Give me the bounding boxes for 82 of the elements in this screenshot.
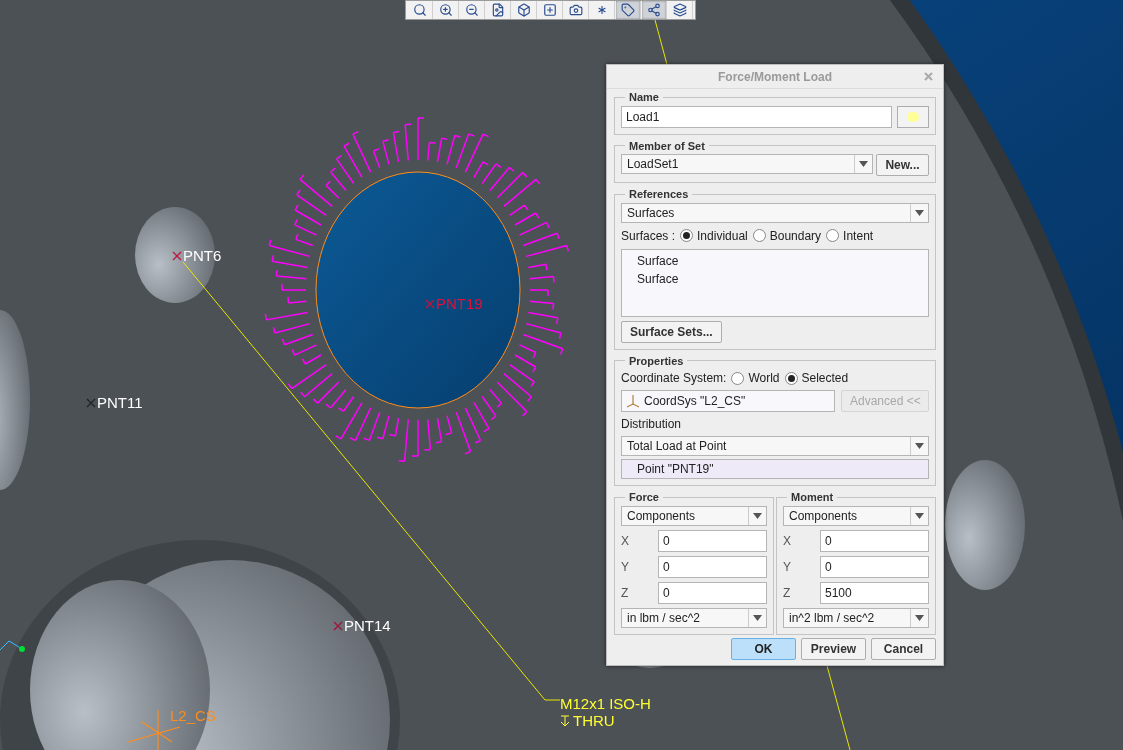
axis-label: Y: [621, 558, 630, 576]
group-legend: Force: [625, 489, 663, 506]
dropdown[interactable]: Components: [783, 505, 929, 526]
group-legend: References: [625, 186, 693, 203]
radio-button[interactable]: [826, 229, 840, 242]
dropdown[interactable]: Surfaces: [621, 202, 929, 223]
zoom-out-icon: [465, 3, 479, 17]
dropdown[interactable]: Components: [621, 505, 767, 526]
list-item[interactable]: Surface: [637, 269, 913, 288]
component-input[interactable]: 0: [658, 581, 767, 604]
caret-icon: [753, 614, 762, 621]
group-legend: Properties: [625, 352, 688, 369]
caret-icon: [859, 161, 868, 167]
radio-option[interactable]: Boundary: [752, 226, 822, 245]
axis-label: Z: [783, 584, 792, 602]
component-input[interactable]: 0: [658, 529, 767, 552]
radio-button[interactable]: [784, 371, 798, 385]
point-field[interactable]: Point "PNT19": [621, 459, 929, 479]
coordinate-system-field[interactable]: CoordSys "L2_CS": [621, 390, 835, 412]
button[interactable]: Surface Sets...: [621, 320, 722, 343]
component-input[interactable]: 0: [658, 555, 767, 578]
page-icon: [491, 3, 505, 17]
depth-arrow-icon: [560, 714, 570, 727]
coordinate-system-label: Coordinate System:: [621, 370, 727, 387]
radio-option[interactable]: World: [731, 369, 780, 387]
camera-icon: [569, 3, 583, 17]
button[interactable]: Cancel: [871, 637, 936, 660]
radio-button[interactable]: [680, 229, 694, 242]
magnifier-icon: [413, 3, 427, 17]
point-label: PNT19: [436, 296, 483, 311]
view-box-icon: [543, 3, 557, 17]
scatter-marks-icon: [595, 3, 609, 17]
node-graph-icon: [647, 3, 661, 17]
caret-icon: [915, 209, 924, 216]
dropdown[interactable]: LoadSet1: [621, 154, 873, 174]
color-button[interactable]: [897, 105, 929, 128]
axes-icon: [625, 394, 641, 408]
axis-label: X: [621, 532, 630, 550]
radio-button[interactable]: [752, 229, 766, 242]
surfaces-label: Surfaces :: [621, 227, 676, 245]
thread-note: THRU: [573, 712, 615, 729]
name-input[interactable]: Load1: [621, 105, 892, 128]
thread-note: M12x1 ISO-H: [560, 695, 651, 712]
cube-icon: [517, 3, 531, 17]
component-input[interactable]: 0: [820, 555, 929, 578]
axis-label: X: [783, 532, 792, 550]
list-item[interactable]: Surface: [637, 251, 913, 270]
distribution-label: Distribution: [621, 416, 683, 433]
point-label: PNT6: [183, 248, 222, 263]
point-label: PNT14: [344, 618, 391, 633]
component-input[interactable]: 0: [820, 529, 929, 552]
caret-icon: [915, 614, 924, 621]
axis-label: Z: [621, 584, 630, 602]
tag-icon: [621, 3, 635, 17]
small-axes-icon: [0, 640, 25, 652]
caret-icon: [753, 512, 762, 519]
axis-label: Y: [783, 558, 792, 576]
button[interactable]: Preview: [801, 637, 866, 660]
toolbar-button[interactable]: [616, 1, 641, 19]
button[interactable]: New...: [876, 154, 929, 176]
component-input[interactable]: 5100: [820, 581, 929, 604]
radio-option[interactable]: Selected: [784, 369, 849, 387]
csys-label: L2_CS: [170, 708, 216, 723]
radio-button[interactable]: [731, 371, 745, 385]
button[interactable]: OK: [731, 637, 796, 660]
dropdown[interactable]: Total Load at Point: [621, 436, 929, 456]
group-legend: Moment: [787, 489, 838, 506]
caret-icon: [915, 443, 924, 449]
dropdown[interactable]: in^2 lbm / sec^2: [783, 607, 929, 628]
color-swatch-icon: [907, 111, 919, 122]
caret-icon: [915, 512, 924, 519]
coordinate-system-value: CoordSys "L2_CS": [644, 393, 746, 410]
group-legend: Name: [625, 89, 663, 106]
radio-option[interactable]: Intent: [826, 226, 874, 245]
dropdown[interactable]: in lbm / sec^2: [621, 607, 767, 628]
group-legend: Member of Set: [625, 137, 709, 154]
point-label: PNT11: [97, 395, 143, 410]
toolbar-button[interactable]: [642, 1, 667, 19]
window-title: Force/Moment Load: [718, 68, 832, 86]
zoom-in-icon: [439, 3, 453, 17]
radio-option[interactable]: Individual: [680, 226, 748, 245]
layers-icon: [673, 3, 687, 17]
